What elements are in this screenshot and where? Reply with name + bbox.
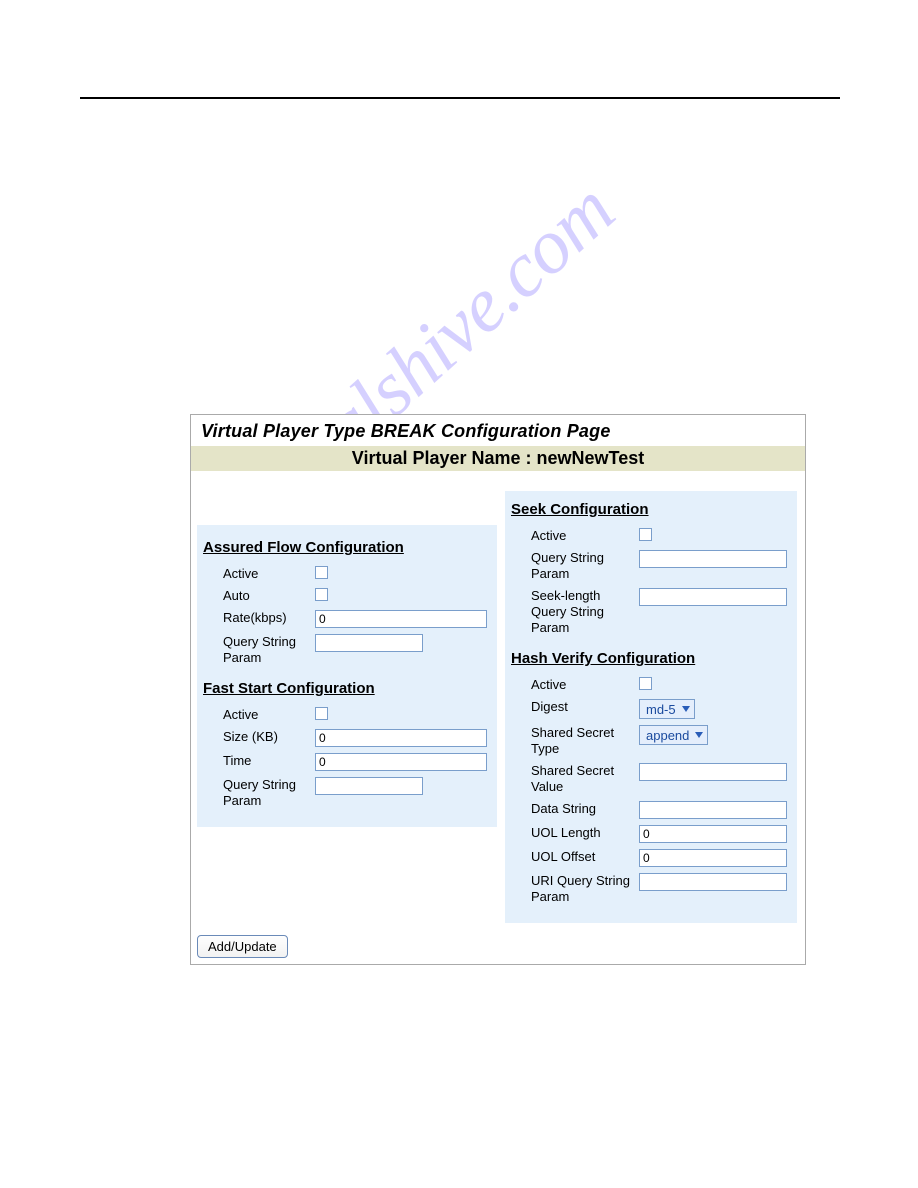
hash-ds-label: Data String [531, 801, 639, 817]
seek-qsp-input[interactable] [639, 550, 787, 568]
hash-uolo-label: UOL Offset [531, 849, 639, 865]
faststart-time-input[interactable] [315, 753, 487, 771]
hash-digest-label: Digest [531, 699, 639, 715]
assured-qsp-input[interactable] [315, 634, 423, 652]
seek-slqsp-label: Seek-length Query String Param [531, 588, 639, 636]
faststart-active-checkbox[interactable] [315, 707, 328, 720]
player-name-bar: Virtual Player Name : newNewTest [191, 446, 805, 471]
hash-ssv-input[interactable] [639, 763, 787, 781]
faststart-active-label: Active [223, 707, 315, 723]
hash-uoll-label: UOL Length [531, 825, 639, 841]
assured-active-checkbox[interactable] [315, 566, 328, 579]
seek-qsp-label: Query String Param [531, 550, 639, 582]
hash-digest-value: md-5 [646, 702, 676, 717]
hash-uoll-input[interactable] [639, 825, 787, 843]
left-column: Assured Flow Configuration Active Auto R… [197, 525, 497, 827]
seek-active-checkbox[interactable] [639, 528, 652, 541]
hash-sst-select[interactable]: append [639, 725, 708, 745]
hash-uriqsp-label: URI Query String Param [531, 873, 639, 905]
seek-active-label: Active [531, 528, 639, 544]
divider [80, 97, 840, 99]
chevron-down-icon [695, 732, 703, 738]
faststart-size-label: Size (KB) [223, 729, 315, 745]
assured-auto-checkbox[interactable] [315, 588, 328, 601]
hash-uolo-input[interactable] [639, 849, 787, 867]
assured-qsp-label: Query String Param [223, 634, 315, 666]
assured-rate-input[interactable] [315, 610, 487, 628]
page-title: Virtual Player Type BREAK Configuration … [201, 421, 795, 442]
right-column: Seek Configuration Active Query String P… [505, 491, 797, 923]
hash-ds-input[interactable] [639, 801, 787, 819]
hash-sst-value: append [646, 728, 689, 743]
hash-active-checkbox[interactable] [639, 677, 652, 690]
chevron-down-icon [682, 706, 690, 712]
assured-flow-heading: Assured Flow Configuration [203, 539, 491, 556]
faststart-qsp-label: Query String Param [223, 777, 315, 809]
assured-auto-label: Auto [223, 588, 315, 604]
hash-active-label: Active [531, 677, 639, 693]
faststart-qsp-input[interactable] [315, 777, 423, 795]
add-update-button[interactable]: Add/Update [197, 935, 288, 958]
hash-ssv-label: Shared Secret Value [531, 763, 639, 795]
faststart-time-label: Time [223, 753, 315, 769]
seek-heading: Seek Configuration [511, 501, 791, 518]
assured-active-label: Active [223, 566, 315, 582]
fast-start-heading: Fast Start Configuration [203, 680, 491, 697]
hash-verify-heading: Hash Verify Configuration [511, 650, 791, 667]
hash-sst-label: Shared Secret Type [531, 725, 639, 757]
faststart-size-input[interactable] [315, 729, 487, 747]
hash-uriqsp-input[interactable] [639, 873, 787, 891]
config-panel: Virtual Player Type BREAK Configuration … [190, 414, 806, 965]
seek-slqsp-input[interactable] [639, 588, 787, 606]
hash-digest-select[interactable]: md-5 [639, 699, 695, 719]
assured-rate-label: Rate(kbps) [223, 610, 315, 626]
